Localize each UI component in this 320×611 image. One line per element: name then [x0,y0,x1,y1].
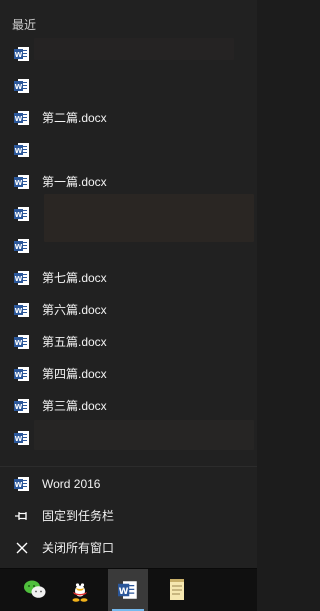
recent-item-label: 第七篇.docx [42,271,107,285]
svg-text:W: W [15,275,23,283]
recent-item[interactable]: W 第一篇.docx [0,166,257,198]
svg-text:W: W [15,403,23,411]
word-doc-icon: W [14,239,29,253]
word-doc-icon: W [14,271,29,285]
recent-item-label: 第一篇.docx [42,175,107,189]
section-title-recent: 最近 [12,18,37,32]
recent-item[interactable]: W [0,230,257,262]
word-doc-icon: W [14,367,29,381]
word-icon: W [118,581,137,599]
svg-text:W: W [15,179,23,187]
recent-item[interactable]: W 第五篇.docx [0,326,257,358]
recent-item[interactable]: W [0,422,257,454]
recent-item[interactable]: W [0,198,257,230]
recent-item-label: 第六篇.docx [42,303,107,317]
close-icon [16,542,28,554]
wechat-icon [24,580,46,598]
word-doc-icon: W [14,111,29,125]
svg-text:W: W [15,435,23,443]
svg-text:W: W [15,115,23,123]
taskbar-wechat-button[interactable] [14,569,54,611]
word-doc-icon: W [14,399,29,413]
recent-item[interactable]: W 第二篇.docx [0,102,257,134]
recent-item-label: 第三篇.docx [42,399,107,413]
svg-text:W: W [15,307,23,315]
word-doc-icon: W [14,335,29,349]
recent-item[interactable]: W 第六篇.docx [0,294,257,326]
close-all-label: 关闭所有窗口 [42,541,115,555]
word-app-icon: W [14,477,29,491]
word-doc-icon: W [14,143,29,157]
jump-list-actions: W Word 2016 固定到任务栏 关闭所有窗口 [0,468,257,564]
taskbar-notepad-button[interactable] [156,569,196,611]
recent-item-label: 第二篇.docx [42,111,107,125]
svg-text:W: W [15,339,23,347]
svg-text:W: W [15,481,23,489]
recent-item[interactable]: W [0,38,257,70]
divider [0,466,257,467]
pin-icon [15,512,27,520]
recent-item-label: 第四篇.docx [42,367,107,381]
recent-item[interactable]: W [0,70,257,102]
recent-item-label: 第五篇.docx [42,335,107,349]
recent-item[interactable]: W 第七篇.docx [0,262,257,294]
svg-text:W: W [15,51,23,59]
pin-to-taskbar-button[interactable]: 固定到任务栏 [0,500,257,532]
svg-text:W: W [15,83,23,91]
word-doc-icon: W [14,47,29,61]
svg-text:W: W [15,371,23,379]
taskbar-word-button[interactable]: W [108,569,148,611]
svg-text:W: W [119,587,129,597]
open-word-button[interactable]: W Word 2016 [0,468,257,500]
pin-label: 固定到任务栏 [42,509,115,523]
svg-text:W: W [15,243,23,251]
qq-icon [72,579,88,602]
svg-text:W: W [15,211,23,219]
word-doc-icon: W [14,303,29,317]
recent-item[interactable]: W 第四篇.docx [0,358,257,390]
recent-item[interactable]: W [0,134,257,166]
taskbar-qq-button[interactable] [60,569,100,611]
jump-list: 最近 W W W 第二篇.docx W W 第一篇.docx W W W 第七篇… [0,0,257,568]
taskbar: W [0,568,257,611]
word-doc-icon: W [14,431,29,445]
recent-item[interactable]: W 第三篇.docx [0,390,257,422]
recent-list: W W W 第二篇.docx W W 第一篇.docx W W W 第七篇.do… [0,38,257,454]
notepad-icon [170,579,184,600]
open-word-label: Word 2016 [42,477,101,491]
word-doc-icon: W [14,207,29,221]
word-doc-icon: W [14,175,29,189]
close-all-windows-button[interactable]: 关闭所有窗口 [0,532,257,564]
word-doc-icon: W [14,79,29,93]
svg-text:W: W [15,147,23,155]
